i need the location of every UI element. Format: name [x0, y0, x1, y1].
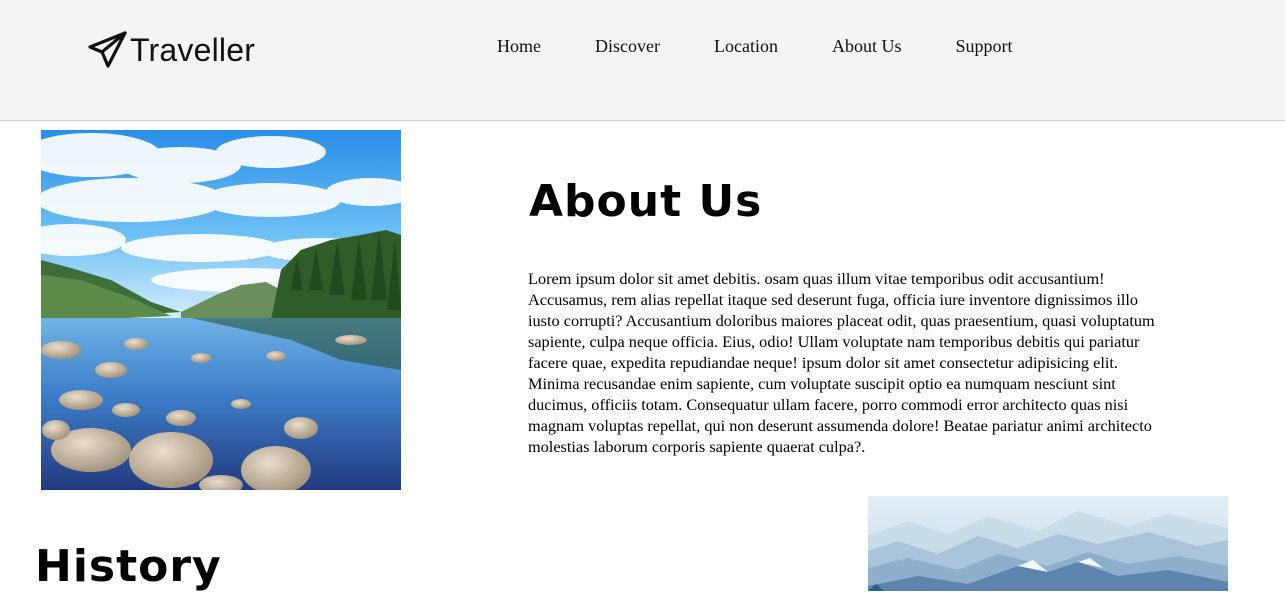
lake-photo: [41, 130, 401, 490]
brand-logo[interactable]: Traveller: [86, 30, 255, 70]
about-us-paragraph: Lorem ipsum dolor sit amet debitis. osam…: [528, 269, 1155, 456]
site-header: Traveller Home Discover Location About U…: [0, 0, 1285, 121]
nav-link-home[interactable]: Home: [497, 36, 541, 57]
nav-link-discover[interactable]: Discover: [595, 36, 660, 57]
misty-mountains-image: [868, 496, 1228, 591]
main-nav: Home Discover Location About Us Support: [497, 36, 1013, 57]
mountains-photo: [868, 496, 1228, 591]
nav-link-support[interactable]: Support: [955, 36, 1012, 57]
nav-link-about-us[interactable]: About Us: [832, 36, 902, 57]
history-heading: History: [35, 541, 222, 592]
brand-name: Traveller: [130, 31, 256, 68]
nav-link-location[interactable]: Location: [714, 36, 778, 57]
lake-landscape-image: [41, 130, 401, 490]
about-us-heading: About Us: [529, 176, 763, 227]
paper-plane-icon: [88, 31, 127, 68]
